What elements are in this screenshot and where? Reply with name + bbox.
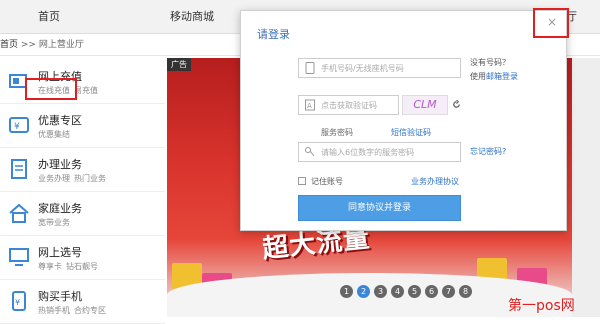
- login-submit-button[interactable]: 同意协议并登录: [298, 195, 461, 221]
- captcha-input[interactable]: A 点击获取验证码: [298, 95, 399, 115]
- svg-text:¥: ¥: [14, 122, 20, 132]
- use-label: 使用: [470, 72, 486, 81]
- pager-dot-active[interactable]: 2: [357, 285, 370, 298]
- sidebar-item-family[interactable]: 家庭业务 宽带业务: [0, 192, 165, 236]
- nav-mobile-mall[interactable]: 移动商城: [170, 0, 214, 34]
- pager-dot[interactable]: 1: [340, 285, 353, 298]
- breadcrumb-home[interactable]: 首页: [0, 40, 18, 50]
- mobile-icon: [305, 62, 315, 74]
- pager-dot[interactable]: 4: [391, 285, 404, 298]
- password-input[interactable]: 请输入6位数字的服务密码: [298, 142, 461, 162]
- sidebar-sub-hot-business[interactable]: 热门业务: [74, 174, 106, 183]
- pager-dot[interactable]: 6: [425, 285, 438, 298]
- service-agreement-link[interactable]: 业务办理协议: [411, 176, 459, 187]
- refresh-icon[interactable]: [452, 100, 461, 109]
- svg-text:¥: ¥: [15, 298, 20, 307]
- svg-text:A: A: [307, 102, 312, 110]
- sidebar-item-title: 网上选号: [38, 246, 82, 259]
- sidebar-item-title: 办理业务: [38, 158, 82, 171]
- login-dialog: 请登录 × 手机号码/无线座机号码 没有号码？ 使用邮箱登录 A 点击获取验证码…: [240, 8, 569, 231]
- remember-checkbox[interactable]: [298, 177, 306, 185]
- password-placeholder: 请输入6位数字的服务密码: [321, 148, 415, 157]
- tab-service-password[interactable]: 服务密码: [321, 127, 353, 138]
- tab-sms-code[interactable]: 短信验证码: [391, 127, 431, 138]
- phone-input[interactable]: 手机号码/无线座机号码: [298, 58, 461, 78]
- discount-icon: ¥: [9, 117, 29, 133]
- highlight-box: [25, 78, 77, 100]
- watermark: 第一pos网: [508, 298, 575, 314]
- document-icon: [11, 159, 27, 179]
- ad-tag: 广告: [167, 58, 191, 71]
- forgot-password-link[interactable]: 忘记密码?: [470, 146, 506, 157]
- email-login-link[interactable]: 邮箱登录: [486, 72, 518, 81]
- sidebar-sub-handle-business[interactable]: 业务办理: [38, 174, 70, 183]
- nav-home[interactable]: 首页: [38, 0, 60, 34]
- sidebar-item-buy-phone[interactable]: ¥ 购买手机 热销手机 合约专区: [0, 280, 165, 324]
- sidebar-item-business[interactable]: 办理业务 业务办理 热门业务: [0, 148, 165, 192]
- use-text: 使用邮箱登录: [470, 71, 518, 82]
- captcha-placeholder: 点击获取验证码: [321, 101, 377, 110]
- dialog-title: 请登录: [257, 28, 290, 41]
- sidebar-item-title: 优惠专区: [38, 114, 82, 127]
- mobile-purchase-icon: ¥: [12, 291, 26, 311]
- sidebar-item-subs: 业务办理 热门业务: [38, 173, 110, 184]
- pager-dot[interactable]: 8: [459, 285, 472, 298]
- monitor-icon: [9, 248, 29, 266]
- sidebar-sub-discount-gather[interactable]: 优惠集结: [38, 130, 70, 139]
- key-icon: [305, 147, 315, 157]
- pager-dot[interactable]: 3: [374, 285, 387, 298]
- captcha-image[interactable]: CLM: [402, 95, 448, 115]
- pager-dot[interactable]: 5: [408, 285, 421, 298]
- no-account-text: 没有号码？: [470, 58, 510, 67]
- sidebar-item-subs: 优惠集结: [38, 129, 74, 140]
- phone-placeholder: 手机号码/无线座机号码: [321, 64, 404, 73]
- sidebar-item-subs: 宽带业务: [38, 217, 74, 228]
- sidebar-item-discount[interactable]: ¥ 优惠专区 优惠集结: [0, 104, 165, 148]
- sidebar-sub-hot-phones[interactable]: 热销手机: [38, 306, 70, 315]
- close-icon[interactable]: ×: [547, 15, 557, 29]
- home-icon: [9, 203, 29, 223]
- sidebar-item-subs: 热销手机 合约专区: [38, 305, 110, 316]
- pager-dot[interactable]: 7: [442, 285, 455, 298]
- sidebar-sub-contract[interactable]: 合约专区: [74, 306, 106, 315]
- sidebar-item-subs: 尊享卡 钻石靓号: [38, 261, 102, 272]
- sidebar-item-title: 购买手机: [38, 290, 82, 303]
- sidebar-sub-broadband[interactable]: 宽带业务: [38, 218, 70, 227]
- sidebar-sub-diamond-number[interactable]: 钻石靓号: [66, 262, 98, 271]
- right-edge-panel: [572, 58, 600, 317]
- sidebar-item-select-number[interactable]: 网上选号 尊享卡 钻石靓号: [0, 236, 165, 280]
- breadcrumb-current: 网上营业厅: [38, 40, 84, 50]
- captcha-icon: A: [305, 99, 315, 111]
- sidebar-sub-vip-card[interactable]: 尊享卡: [38, 262, 62, 271]
- sidebar-item-title: 家庭业务: [38, 202, 82, 215]
- sidebar-sub-easy-recharge[interactable]: 易充值: [74, 86, 98, 95]
- remember-label: 记住账号: [311, 177, 343, 186]
- breadcrumb-separator: >>: [18, 40, 39, 50]
